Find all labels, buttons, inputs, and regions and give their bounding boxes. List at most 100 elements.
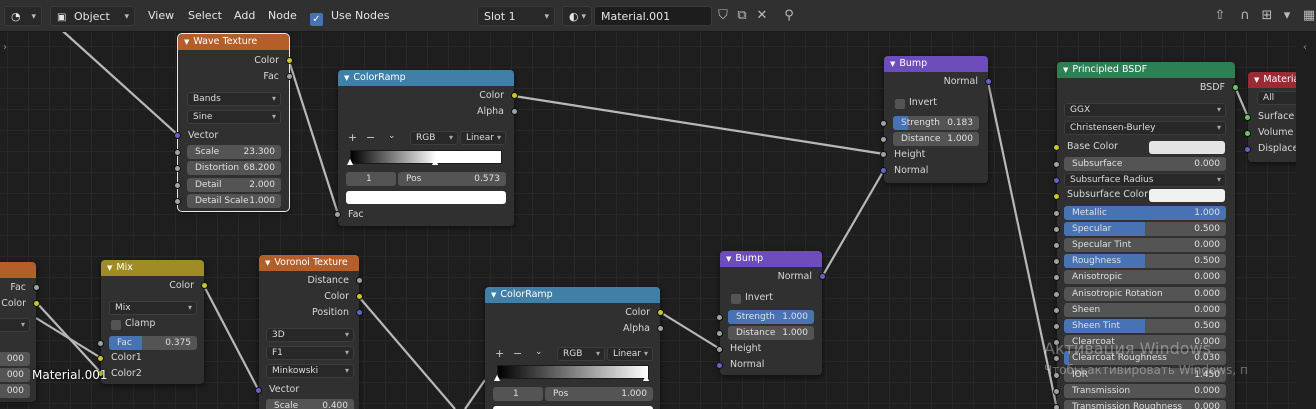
input-socket[interactable] [1053, 258, 1060, 265]
color-ramp-gradient[interactable] [350, 150, 502, 164]
partial-dropdown[interactable]: ▾ [0, 318, 30, 332]
toolbar-expand-icon[interactable]: › [3, 42, 7, 53]
distance-field[interactable]: Distance 1.000 [893, 132, 979, 146]
input-distance-socket[interactable] [880, 136, 887, 143]
input-socket[interactable] [1053, 161, 1060, 168]
add-stop-icon[interactable]: + [348, 131, 357, 144]
node-header[interactable]: ▼ Voronoi Texture [259, 255, 359, 271]
output-color-socket[interactable] [33, 300, 40, 307]
input-strength-socket[interactable] [880, 120, 887, 127]
distance-metric-dropdown[interactable]: Minkowski ▾ [266, 364, 354, 378]
input-color1-socket[interactable] [97, 355, 104, 362]
remove-stop-icon[interactable]: − [513, 347, 522, 360]
input-detail-scale-socket[interactable] [174, 198, 181, 205]
partial-field-2[interactable]: 000 [0, 368, 30, 382]
bsdf-param-field[interactable]: Metallic 1.000 [1064, 206, 1226, 220]
snap-magnet-icon[interactable]: ∩ [1236, 7, 1254, 25]
output-color-socket[interactable] [657, 309, 664, 316]
voronoi-texture-node[interactable]: ▼ Voronoi Texture Distance Color Position… [255, 255, 363, 409]
input-volume-socket[interactable] [1244, 130, 1251, 137]
detail-field[interactable]: Detail 2.000 [187, 178, 281, 192]
clamp-checkbox[interactable] [111, 320, 121, 330]
stop-index-field[interactable]: 1 [346, 172, 396, 186]
menu-node[interactable]: Node [268, 6, 297, 26]
chevron-down-icon[interactable]: ⌄ [535, 347, 543, 357]
color-ramp-gradient[interactable] [497, 365, 649, 379]
color-mode-dropdown[interactable]: RGB ▾ [557, 347, 605, 361]
input-socket[interactable] [1053, 193, 1060, 200]
stop-index-field[interactable]: 1 [493, 387, 543, 401]
scale-field[interactable]: Scale 23.300 [187, 145, 281, 159]
node-header[interactable]: ▼ ColorRamp [485, 287, 660, 303]
node-header[interactable]: ▼ Principled BSDF [1057, 62, 1235, 78]
collapse-icon[interactable]: ▼ [726, 255, 731, 263]
collapse-icon[interactable]: ▼ [265, 259, 270, 267]
input-socket[interactable] [1053, 307, 1060, 314]
input-socket[interactable] [1053, 323, 1060, 330]
bsdf-param-field[interactable]: Transmission Roughness 0.000 [1064, 400, 1226, 409]
input-socket[interactable] [1053, 388, 1060, 395]
bsdf-param-field[interactable]: Subsurface 0.000 [1064, 157, 1226, 171]
output-distance-socket[interactable] [356, 277, 363, 284]
output-alpha-socket[interactable] [511, 108, 518, 115]
input-socket[interactable] [1053, 274, 1060, 281]
output-normal-socket[interactable] [819, 273, 826, 280]
output-color-socket[interactable] [286, 57, 293, 64]
stop-color-swatch[interactable] [346, 191, 506, 204]
interpolation-dropdown[interactable]: Linear ▾ [460, 131, 506, 145]
menu-select[interactable]: Select [188, 6, 222, 26]
bsdf-param-field[interactable]: Sheen 0.000 [1064, 303, 1226, 317]
output-color-socket[interactable] [201, 282, 208, 289]
wave-type-dropdown[interactable]: Bands ▾ [187, 92, 281, 106]
input-base-color-socket[interactable] [1053, 144, 1060, 151]
parent-node-tree-icon[interactable]: ⇧ [1211, 7, 1229, 25]
node-header[interactable]: ▼ Bump [884, 56, 988, 72]
input-socket[interactable] [1053, 210, 1060, 217]
output-normal-socket[interactable] [985, 78, 992, 85]
strength-field[interactable]: Strength 1.000 [728, 310, 814, 324]
mix-node[interactable]: ▼ Mix Color Mix ▾ Clamp Fac 0.375 Color1 Co… [97, 260, 208, 384]
bsdf-param-field[interactable]: Anisotropic Rotation 0.000 [1064, 287, 1226, 301]
interpolation-dropdown[interactable]: Linear ▾ [607, 347, 653, 361]
output-bsdf-socket[interactable] [1232, 84, 1239, 91]
partial-field-1[interactable]: 000 [0, 352, 30, 366]
fake-user-shield-icon[interactable]: ⛉ [714, 7, 732, 25]
material-name-field[interactable]: Material.001 [594, 6, 712, 26]
input-strength-socket[interactable] [716, 314, 723, 321]
checker-pattern-icon[interactable]: ▦ [1300, 7, 1316, 25]
subsurface-radius-dropdown[interactable]: Subsurface Radius ▾ [1064, 173, 1226, 187]
input-height-socket[interactable] [880, 151, 887, 158]
partial-left-node[interactable]: Fac Color ▾ 000 000 000 [0, 262, 40, 402]
input-displacement-socket[interactable] [1244, 146, 1251, 153]
bump-node-2[interactable]: ▼ Bump Normal Invert Strength 1.000 Distan… [716, 251, 826, 375]
use-nodes-checkbox[interactable]: ✓ [310, 9, 323, 29]
material-browse-dropdown[interactable]: ◐ ▾ [562, 6, 592, 26]
add-stop-icon[interactable]: + [495, 347, 504, 360]
bsdf-param-field[interactable]: Sheen Tint 0.500 [1064, 319, 1226, 333]
input-height-socket[interactable] [716, 346, 723, 353]
editor-type-dropdown[interactable]: ◔ ▾ [4, 6, 42, 26]
remove-stop-icon[interactable]: − [366, 131, 375, 144]
collapse-icon[interactable]: ▼ [1063, 66, 1068, 74]
color-stop-handle[interactable]: ▲ [347, 157, 353, 166]
bsdf-param-field[interactable]: Specular Tint 0.000 [1064, 238, 1226, 252]
collapse-icon[interactable]: ▼ [184, 38, 189, 46]
input-scale-socket[interactable] [174, 149, 181, 156]
input-socket[interactable] [1053, 404, 1060, 409]
fac-field[interactable]: Fac 0.375 [109, 336, 197, 350]
output-fac-socket[interactable] [33, 284, 40, 291]
color-stop-handle-active[interactable]: ▲ [643, 373, 649, 382]
subsurface-method-dropdown[interactable]: Christensen-Burley ▾ [1064, 121, 1226, 135]
output-alpha-socket[interactable] [657, 325, 664, 332]
color-stop-handle[interactable]: ▲ [494, 373, 500, 382]
blend-mode-dropdown[interactable]: Mix ▾ [109, 301, 197, 315]
invert-checkbox[interactable] [895, 99, 905, 109]
stop-position-field[interactable]: Pos 1.000 [545, 387, 653, 401]
detail-scale-field[interactable]: Detail Scale 1.000 [187, 194, 281, 208]
feature-dropdown[interactable]: F1 ▾ [266, 346, 354, 360]
strength-field[interactable]: Strength 0.183 [893, 116, 979, 130]
collapse-icon[interactable]: ▼ [107, 264, 112, 272]
subsurface-color-swatch[interactable] [1149, 189, 1225, 202]
input-normal-socket[interactable] [880, 167, 887, 174]
invert-checkbox[interactable] [731, 294, 741, 304]
